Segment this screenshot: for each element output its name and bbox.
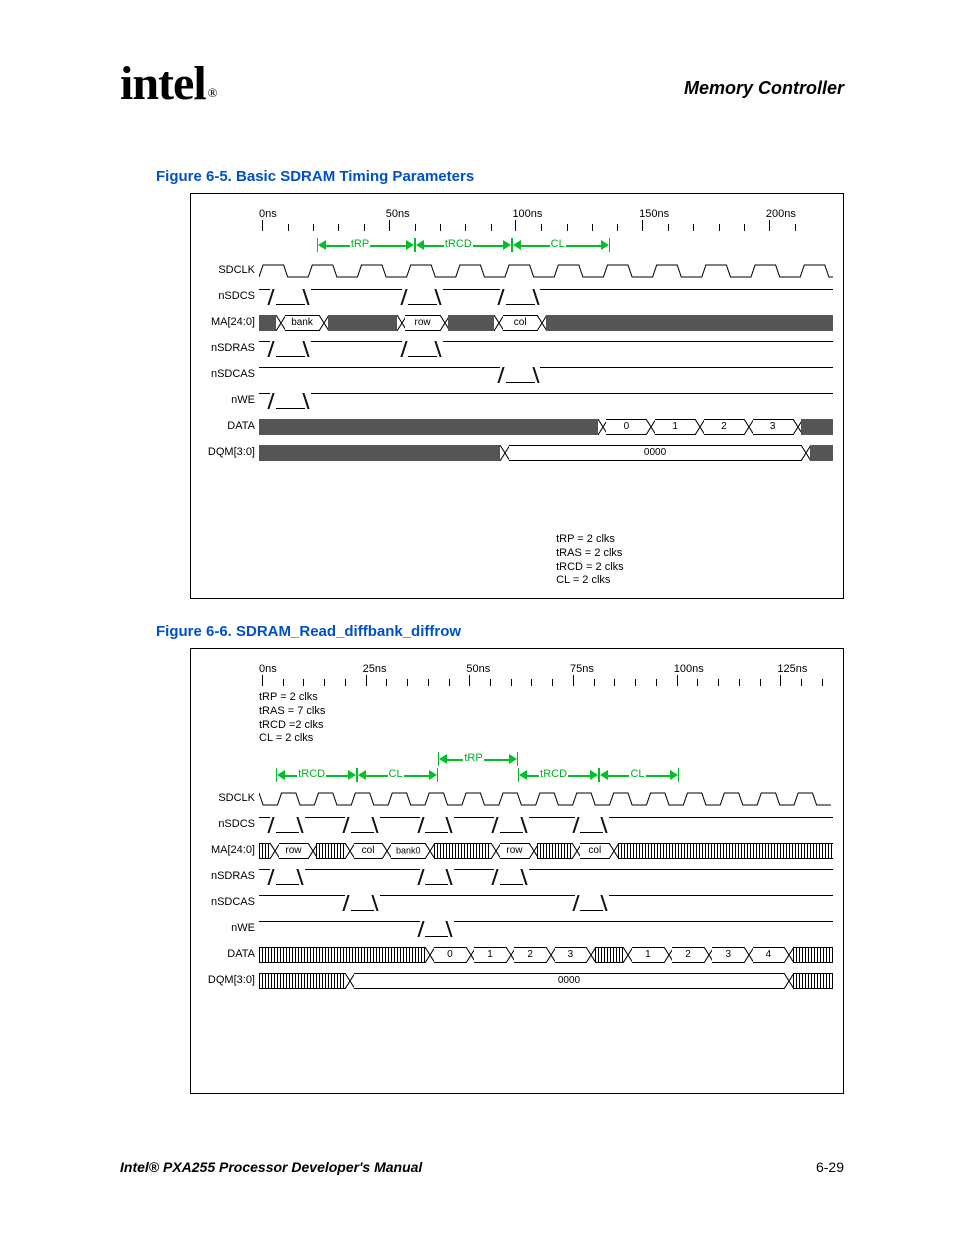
page: intel® Memory Controller Figure 6-5. Bas… (0, 0, 954, 1235)
signal-label: DATA (199, 420, 255, 432)
signal-label: SDCLK (199, 264, 255, 276)
time-label: 150ns (639, 208, 669, 220)
param-note-b: tRP = 2 clks tRAS = 7 clks tRCD =2 clks … (259, 691, 835, 746)
time-label: 0ns (259, 663, 277, 675)
signal-label: nSDRAS (199, 870, 255, 882)
timing-diagram-a: 0ns 50ns 100ns 150ns 200ns (190, 193, 844, 599)
timing-anno-trp-b: tRP (438, 752, 519, 766)
time-label: 25ns (363, 663, 387, 675)
signal-label: MA[24:0] (199, 844, 255, 856)
signal-label: DATA (199, 948, 255, 960)
signal-row-sdclk-b: SDCLK (199, 788, 835, 810)
signal-row-ma: MA[24:0] bank row col (199, 312, 835, 334)
section-header: Memory Controller (684, 78, 844, 99)
page-footer: Intel® PXA255 Processor Developer's Manu… (120, 1159, 844, 1175)
time-label: 100ns (512, 208, 542, 220)
timing-anno: CL (599, 768, 680, 782)
signal-row-nsdcas: nSDCAS (199, 364, 835, 386)
time-label: 75ns (570, 663, 594, 675)
time-ruler-a: 0ns 50ns 100ns 150ns 200ns (259, 208, 835, 238)
clock-waveform (259, 263, 833, 279)
signal-row-data-b: DATA 0 1 2 3 1 2 (199, 944, 835, 966)
signal-label: MA[24:0] (199, 316, 255, 328)
intel-logo: intel® (120, 56, 215, 111)
signal-row-nsdcs-b: nSDCS (199, 814, 835, 836)
signal-row-nsdras: nSDRAS (199, 338, 835, 360)
time-label: 200ns (766, 208, 796, 220)
signal-row-nsdcs: nSDCS (199, 286, 835, 308)
timing-anno-trcd: tRCD (415, 238, 513, 252)
signal-row-nsdcas-b: nSDCAS (199, 892, 835, 914)
signal-label: nSDRAS (199, 342, 255, 354)
clock-waveform (259, 791, 833, 807)
content-area: Figure 6-5. Basic SDRAM Timing Parameter… (120, 150, 844, 1094)
signal-label: nWE (199, 922, 255, 934)
signal-label: nSDCAS (199, 896, 255, 908)
time-label: 0ns (259, 208, 277, 220)
signal-label: nWE (199, 394, 255, 406)
signal-label: nSDCAS (199, 368, 255, 380)
time-label: 125ns (777, 663, 807, 675)
signal-label: DQM[3:0] (199, 974, 255, 986)
signal-row-dqm-b: DQM[3:0] 0000 (199, 970, 835, 992)
timing-anno-cl: CL (512, 238, 610, 252)
figure-caption-a: Figure 6-5. Basic SDRAM Timing Parameter… (156, 168, 844, 185)
param-note-a: tRP = 2 clks tRAS = 2 clks tRCD = 2 clks… (556, 533, 624, 588)
time-label: 50ns (386, 208, 410, 220)
signal-row-ma-b: MA[24:0] row col bank0 row (199, 840, 835, 862)
time-ruler-b: 0ns 25ns 50ns 75ns 100ns 125ns (259, 663, 835, 693)
registered-mark: ® (208, 85, 217, 100)
signal-label: DQM[3:0] (199, 446, 255, 458)
signal-row-nwe-b: nWE (199, 918, 835, 940)
timing-anno: tRCD (518, 768, 599, 782)
figure-caption-b: Figure 6-6. SDRAM_Read_diffbank_diffrow (156, 623, 844, 640)
time-label: 100ns (674, 663, 704, 675)
signal-row-dqm: DQM[3:0] 0000 (199, 442, 835, 464)
footer-title: Intel® PXA255 Processor Developer's Manu… (120, 1159, 422, 1175)
timing-diagram-b: 0ns 25ns 50ns 75ns 100ns 125ns (190, 648, 844, 1094)
signal-row-nwe: nWE (199, 390, 835, 412)
signal-row-data: DATA 0 1 2 3 (199, 416, 835, 438)
signal-row-sdclk: SDCLK (199, 260, 835, 282)
signal-label: SDCLK (199, 792, 255, 804)
signal-row-nsdras-b: nSDRAS (199, 866, 835, 888)
signal-label: nSDCS (199, 290, 255, 302)
page-number: 6-29 (816, 1159, 844, 1175)
timing-anno: CL (357, 768, 438, 782)
signal-label: nSDCS (199, 818, 255, 830)
time-label: 50ns (466, 663, 490, 675)
timing-anno-trp: tRP (317, 238, 415, 252)
timing-anno: tRCD (276, 768, 357, 782)
